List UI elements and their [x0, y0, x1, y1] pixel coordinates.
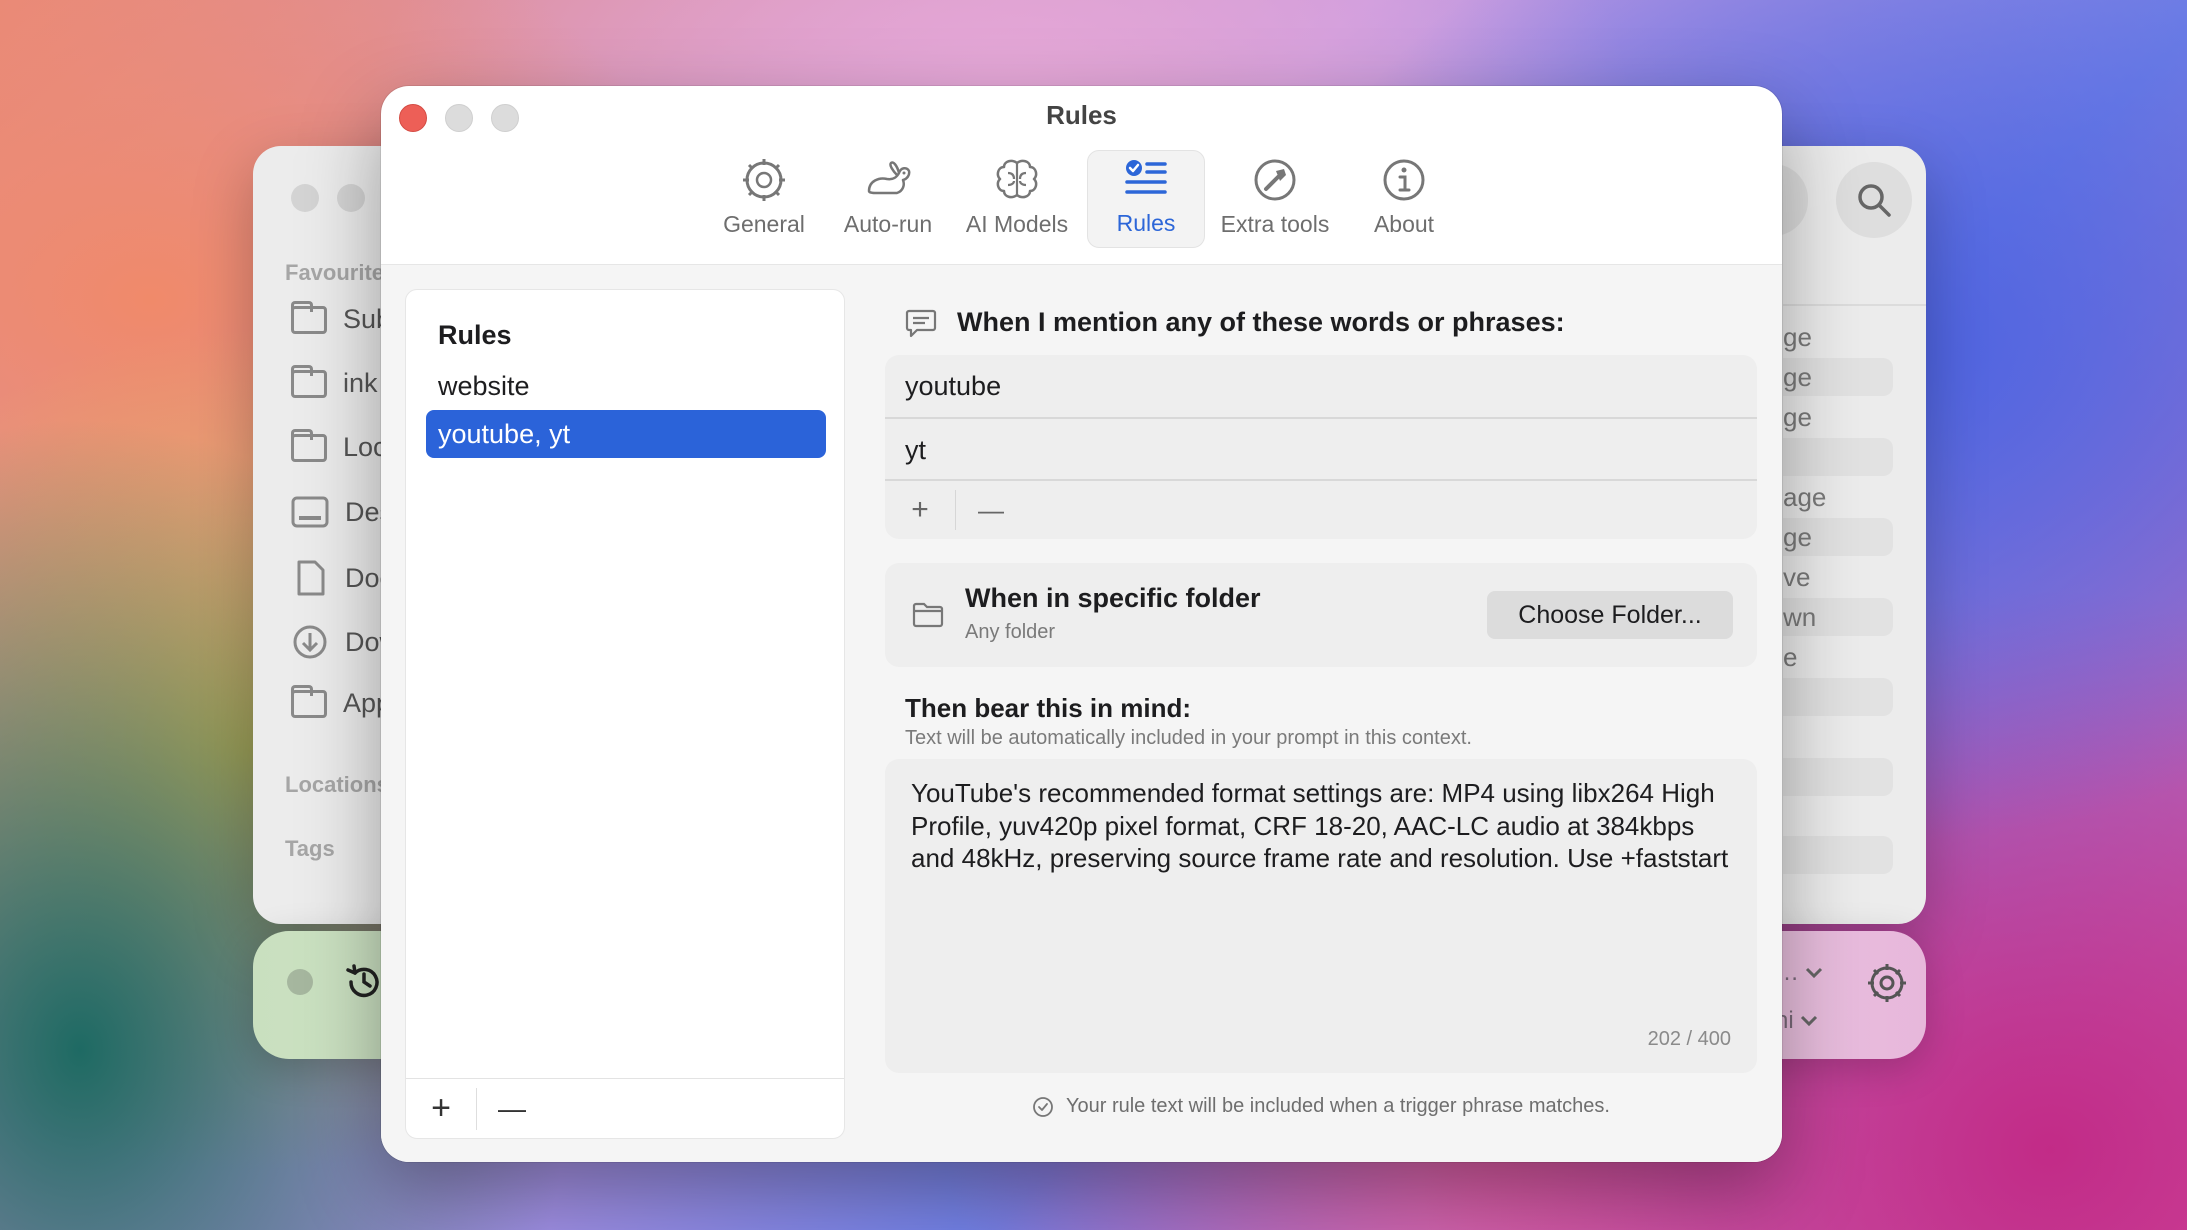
tab-label: Extra tools — [1220, 211, 1330, 237]
folder-icon — [912, 602, 944, 628]
bg-sidebar-section-tags: Tags — [285, 836, 335, 861]
folder-icon — [291, 364, 327, 398]
window-title: Rules — [1046, 100, 1117, 130]
phrase-actions: + — — [885, 481, 1757, 539]
folder-icon — [291, 428, 327, 462]
tab-auto-run[interactable]: Auto-run — [829, 150, 947, 248]
rules-window: Rules General Auto-run AI Models Rules E… — [381, 86, 1782, 1162]
folder-icon — [291, 300, 327, 334]
info-icon — [1383, 159, 1425, 201]
tab-about[interactable]: About — [1345, 150, 1463, 248]
bg-sidebar-item[interactable]: ink — [291, 364, 378, 399]
rules-list-panel: Rules website youtube, yt + — — [405, 289, 845, 1139]
bg-sidebar-item-label: ink — [343, 368, 378, 398]
hammer-icon — [1254, 159, 1296, 201]
phrase-text: yt — [905, 434, 927, 465]
phrase-row[interactable]: yt — [885, 419, 1757, 481]
bg-sidebar-item[interactable]: Sub — [291, 300, 391, 335]
tab-label: AI Models — [965, 211, 1069, 237]
choose-folder-button[interactable]: Choose Folder... — [1487, 591, 1733, 639]
folder-subtitle: Any folder — [965, 621, 1056, 643]
remove-rule-button[interactable]: — — [477, 1079, 547, 1139]
bg-sidebar-item-label: Loc — [343, 432, 387, 462]
tab-general[interactable]: General — [705, 150, 823, 248]
tab-label: General — [723, 211, 805, 237]
chevron-down-icon — [1800, 1015, 1817, 1027]
rule-text-area[interactable]: YouTube's recommended format settings ar… — [885, 759, 1757, 1073]
tab-extra-tools[interactable]: Extra tools — [1211, 150, 1339, 248]
rules-list-heading: Rules — [438, 320, 512, 350]
gear-icon[interactable] — [1865, 961, 1909, 1005]
folder-title: When in specific folder — [965, 583, 1261, 613]
bottom-bar-dropdown[interactable]: … — [1775, 959, 1823, 987]
document-icon — [297, 560, 325, 596]
remove-phrase-button[interactable]: — — [956, 481, 1026, 539]
bg-file-item[interactable]: e — [1783, 642, 1797, 673]
checklist-icon — [1125, 160, 1167, 194]
content-area: Rules website youtube, yt + — When I men… — [381, 264, 1782, 1162]
brain-icon — [996, 159, 1038, 199]
rule-text[interactable]: YouTube's recommended format settings ar… — [911, 777, 1741, 875]
bg-file-item[interactable]: wn — [1783, 602, 1816, 633]
rabbit-icon — [867, 161, 911, 195]
add-phrase-button[interactable]: + — [885, 481, 955, 539]
bg-file-item[interactable]: ge — [1783, 522, 1812, 553]
trigger-phrase-list: youtube yt + — — [885, 355, 1757, 539]
download-icon — [293, 625, 327, 659]
footer-note-text: Your rule text will be included when a t… — [1065, 1095, 1610, 1117]
phrase-text: youtube — [905, 370, 1002, 401]
bg-sidebar-item[interactable]: Loc — [291, 428, 387, 463]
bg-file-item[interactable]: ge — [1783, 362, 1812, 393]
add-rule-button[interactable]: + — [406, 1079, 476, 1139]
speech-bubble-icon — [905, 309, 937, 337]
bg-file-item[interactable]: age — [1783, 482, 1826, 513]
history-icon[interactable] — [343, 961, 385, 1003]
check-circle-icon — [1033, 1096, 1053, 1117]
phrase-row[interactable]: youtube — [885, 355, 1757, 417]
tab-label: Rules — [1116, 210, 1176, 236]
bg-sidebar-item[interactable]: Doc — [291, 560, 393, 596]
character-count: 202 / 400 — [1647, 1028, 1731, 1050]
bg-sidebar-section-locations: Locations — [285, 772, 389, 797]
mind-subtitle: Text will be automatically included in y… — [905, 727, 1472, 749]
rule-item-website[interactable]: website — [426, 362, 826, 410]
trigger-header: When I mention any of these words or phr… — [905, 307, 1565, 338]
bg-sidebar-section-favourites: Favourites — [285, 260, 397, 285]
mind-title: Then bear this in mind: — [905, 693, 1192, 723]
tab-label: About — [1373, 211, 1435, 237]
bg-window-close-dot[interactable] — [291, 184, 319, 212]
desktop-icon — [291, 496, 329, 528]
tab-rules[interactable]: Rules — [1087, 150, 1205, 248]
bg-window-minimize-dot[interactable] — [337, 184, 365, 212]
bg-file-item[interactable]: ve — [1783, 562, 1810, 593]
trigger-title: When I mention any of these words or phr… — [957, 307, 1565, 337]
toolbar-tabs: General Auto-run AI Models Rules Extra t… — [381, 150, 1782, 248]
folder-condition: When in specific folder Any folder Choos… — [885, 563, 1757, 667]
footer-note: Your rule text will be included when a t… — [885, 1095, 1757, 1118]
rule-item-youtube[interactable]: youtube, yt — [426, 410, 826, 458]
tab-ai-models[interactable]: AI Models — [953, 150, 1081, 248]
gear-icon — [743, 159, 785, 201]
bg-file-item[interactable]: ge — [1783, 402, 1812, 433]
titlebar: Rules General Auto-run AI Models Rules E… — [381, 86, 1782, 264]
folder-icon — [291, 684, 327, 718]
bg-sidebar-item[interactable]: App — [291, 684, 391, 719]
bottom-bar-dot[interactable] — [287, 969, 313, 995]
rule-item-label: youtube, yt — [438, 418, 571, 449]
rules-list-footer: + — — [406, 1078, 844, 1138]
bg-sidebar-item[interactable]: Des — [291, 496, 393, 528]
bg-file-item[interactable]: ge — [1783, 322, 1812, 353]
tab-label: Auto-run — [843, 211, 933, 237]
bg-file-list: ge ge ge age ge ve wn e — [1783, 146, 1926, 924]
chevron-down-icon — [1805, 967, 1823, 979]
rule-item-label: website — [438, 370, 530, 401]
